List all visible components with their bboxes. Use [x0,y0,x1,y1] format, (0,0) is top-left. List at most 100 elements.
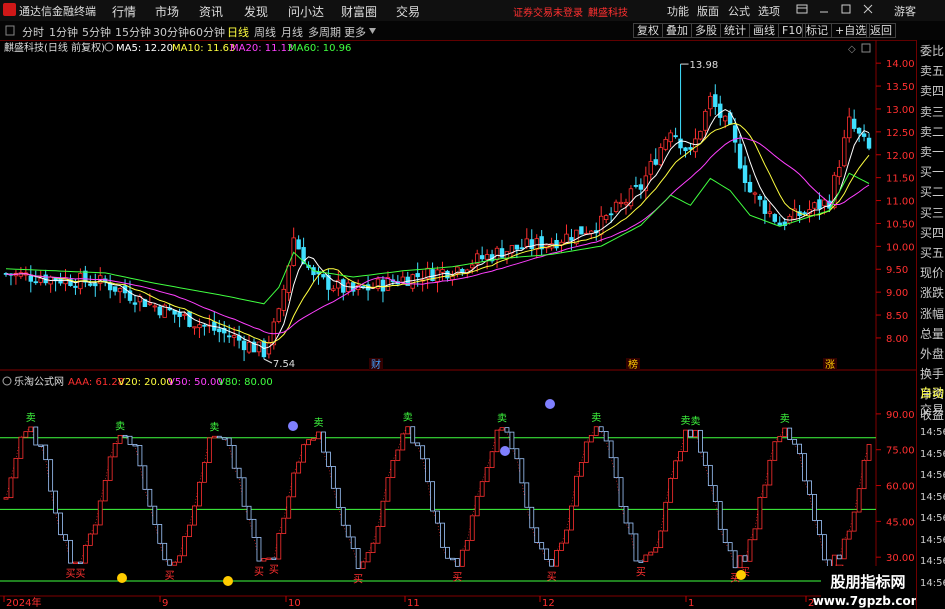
mark-button[interactable]: 标记 [802,23,832,38]
multi-stock-button[interactable]: 多股 [691,23,721,38]
side-item-1[interactable]: 卖五 [920,64,945,79]
adjust-button[interactable]: 复权 [633,23,663,38]
osc-bar [345,524,351,538]
period-multi[interactable]: 多周期 [308,24,341,40]
side-item-0[interactable]: 委比 [920,44,945,59]
period-30min[interactable]: 30分钟 [153,24,189,40]
candle-body [445,270,450,279]
skin-icon[interactable] [796,3,808,15]
menu-options[interactable]: 选项 [758,3,780,19]
menu-functions[interactable]: 功能 [667,3,689,19]
osc-bar [8,477,14,499]
maximize-icon[interactable] [840,3,852,15]
menu-market[interactable]: 市场 [155,3,179,20]
minimize-icon[interactable] [818,3,830,15]
side-item-8[interactable]: 买三 [920,206,945,221]
back-button[interactable]: 返回 [866,23,896,38]
osc-bar [375,526,381,544]
chart-area[interactable]: 14.00 13.50 13.00 12.50 12.00 11.50 11.00 10.50… [0,40,916,609]
menu-trade[interactable]: 交易 [396,3,420,20]
menu-discover[interactable]: 发现 [244,3,268,20]
candle-body [519,247,525,250]
side-item-3[interactable]: 卖三 [920,105,945,120]
side-item-14[interactable]: 总量 [920,327,945,342]
osc-bar [742,555,748,562]
side-item-6[interactable]: 买一 [920,165,945,180]
osc-bar [350,536,356,549]
osc-bar [464,539,470,551]
period-weekly[interactable]: 周线 [254,24,276,40]
menu-wealth[interactable]: 财富圈 [341,3,377,20]
menu-formula[interactable]: 公式 [728,3,750,19]
osc-bar [340,507,346,526]
candle-body [673,135,678,138]
chart-legends: 麒盛科技(日线 前复权) MA5: 12.20MA10: 11.63MA20: 1… [2,41,871,388]
side-item-10[interactable]: 买五 [920,246,945,261]
overlay-button[interactable]: 叠加 [662,23,692,38]
period-1min[interactable]: 1分钟 [49,24,78,40]
side-item-15[interactable]: 外盘 [920,347,945,362]
close-icon[interactable] [862,3,874,15]
osc-bar [316,431,321,440]
side-item-13[interactable]: 涨幅 [920,307,945,322]
candle-body [226,335,232,338]
side-auto-label[interactable]: 自动 [920,386,945,401]
side-item-4[interactable]: 卖二 [920,125,945,140]
stock-terminal-window: 通达信金融终端 行情 市场 资讯 发现 问小达 财富圈 交易 证券交易未登录 麒… [0,0,945,609]
period-60min[interactable]: 60分钟 [189,24,225,40]
osc-bar [187,524,192,538]
period-intraday[interactable]: 分时 [22,24,44,40]
price-tick-label: 8.50 [886,311,908,322]
collapse-icon[interactable] [5,25,15,36]
side-item-7[interactable]: 买二 [920,185,945,200]
period-toolbar: 分时 1分钟 5分钟 15分钟 30分钟 60分钟 日线 周线 月线 多周期 更… [0,21,945,41]
menu-layout[interactable]: 版面 [697,3,719,19]
side-item-5[interactable]: 卖一 [920,145,945,160]
candle-body [683,147,688,152]
osc-bar [529,506,535,529]
menu-quotes[interactable]: 行情 [112,3,136,20]
period-daily[interactable]: 日线 [227,24,249,40]
osc-bar [147,488,153,507]
side-item-9[interactable]: 买四 [920,226,945,241]
osc-bar [231,445,237,469]
guest-user[interactable]: 游客 [894,3,916,19]
app-title: 通达信金融终端 [19,5,96,18]
candle-body [842,137,847,167]
side-item-2[interactable]: 卖四 [920,84,945,99]
menu-news[interactable]: 资讯 [199,3,223,20]
candle-body [723,115,728,122]
candle-body [241,340,247,351]
osc-bar [395,449,401,461]
candle-body [281,288,286,311]
price-tick-label: 11.50 [886,174,915,185]
add-watchlist-button[interactable]: +自选 [831,23,871,38]
osc-bar [430,481,435,512]
period-more[interactable]: 更多 [344,24,366,40]
candle-body [18,272,24,277]
side-item-12[interactable]: 涨跌 [920,286,945,301]
period-15min[interactable]: 15分钟 [115,24,151,40]
statistics-button[interactable]: 统计 [720,23,750,38]
side-item-16[interactable]: 换手 [920,367,945,382]
side-trade-label[interactable]: 交易 [920,403,945,418]
osc-bar [559,542,564,551]
candle-body [762,200,768,214]
menu-ask[interactable]: 问小达 [288,3,324,20]
candle-body [812,202,817,209]
candle-body [112,286,118,292]
osc-bar [841,538,847,560]
chevron-down-icon[interactable] [369,27,376,35]
osc-bar [286,496,292,519]
osc-bar [514,448,520,460]
login-status[interactable]: 证券交易未登录 [513,4,583,19]
osc-bar [261,558,267,562]
period-5min[interactable]: 5分钟 [82,24,111,40]
draw-line-button[interactable]: 画线 [749,23,779,38]
side-item-11[interactable]: 现价 [920,266,945,281]
period-monthly[interactable]: 月线 [281,24,303,40]
osc-bar [266,557,272,560]
osc-bar [335,487,341,508]
title-bar: 通达信金融终端 行情 市场 资讯 发现 问小达 财富圈 交易 证券交易未登录 麒… [0,0,945,22]
osc-bar [73,561,78,565]
